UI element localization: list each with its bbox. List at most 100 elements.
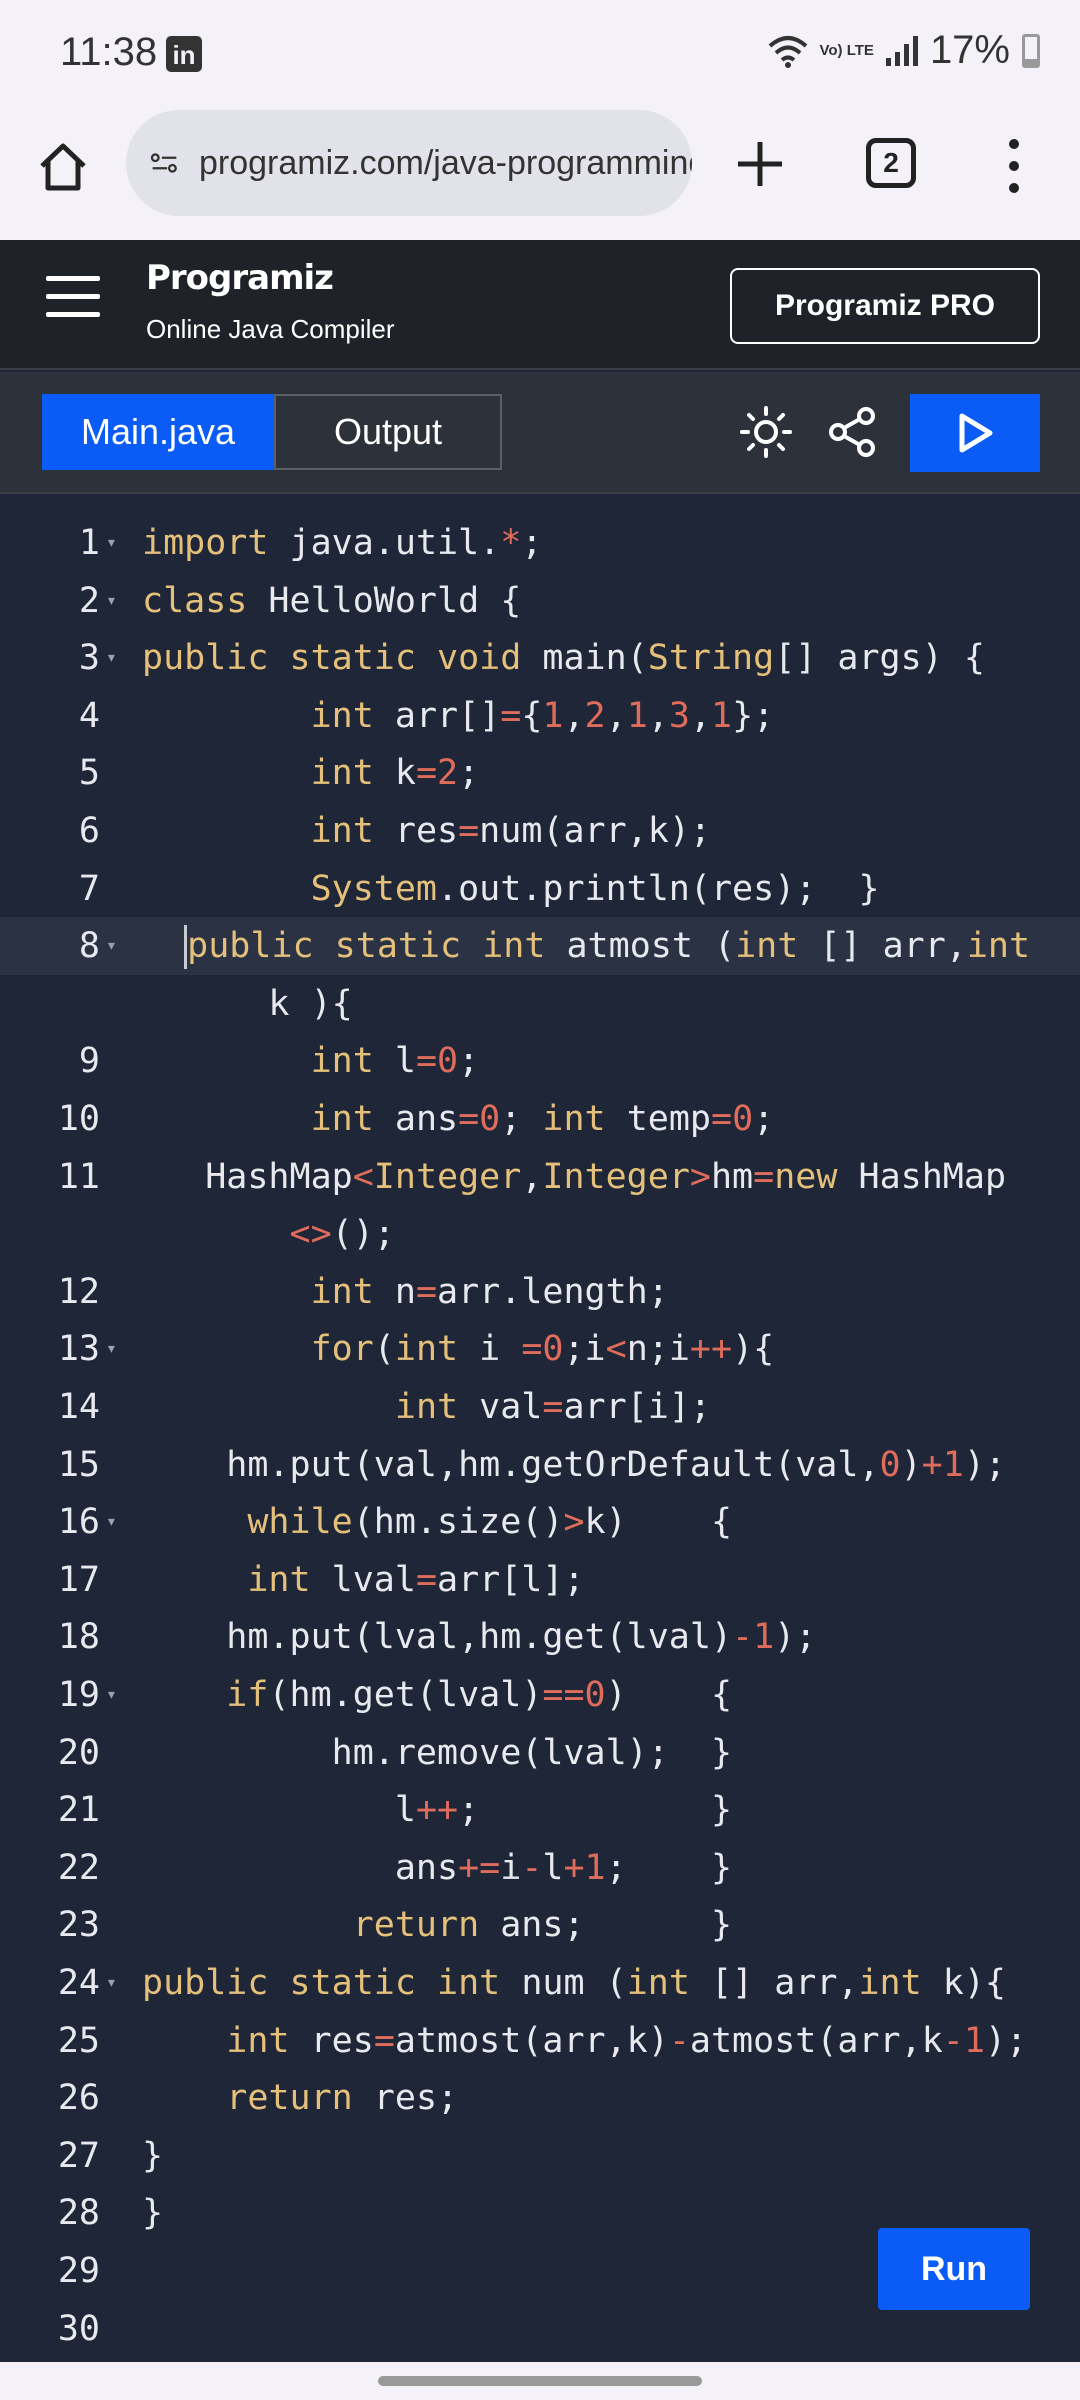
line-number: 11 xyxy=(57,1156,100,1197)
fold-chevron-icon[interactable]: ▾ xyxy=(106,1320,117,1378)
code-line[interactable]: 22 ans+=i-l+1; } xyxy=(0,1839,1080,1897)
tab-main-java[interactable]: Main.java xyxy=(42,394,274,470)
code-text: int lval=arr[l]; xyxy=(247,1559,585,1600)
code-line[interactable]: 4 int arr[]={1,2,1,3,1}; xyxy=(0,687,1080,745)
site-settings-icon[interactable] xyxy=(150,146,179,180)
new-tab-icon[interactable] xyxy=(732,136,788,192)
home-gesture-pill[interactable] xyxy=(378,2376,702,2386)
status-time: 11:38 xyxy=(60,30,158,74)
code-line[interactable]: 20 hm.remove(lval); } xyxy=(0,1724,1080,1782)
site-header: Programiz Online Java Compiler Programiz… xyxy=(0,240,1080,370)
fold-chevron-icon[interactable]: ▾ xyxy=(106,1954,117,2012)
code-text: hm.put(val,hm.getOrDefault(val,0)+1); xyxy=(142,1444,1006,1485)
code-text: int ans=0; int temp=0; xyxy=(310,1099,775,1139)
code-line[interactable]: 23 return ans; } xyxy=(0,1896,1080,1954)
status-bar: 11:38 in Vo) LTE 17% xyxy=(0,0,1080,110)
line-number: 21 xyxy=(57,1790,100,1831)
code-text: import java.util.*; xyxy=(142,523,543,563)
programiz-pro-button[interactable]: Programiz PRO xyxy=(730,268,1040,344)
code-text: } xyxy=(142,2135,164,2176)
code-line[interactable]: 25 int res=atmost(arr,k)-atmost(arr,k-1)… xyxy=(0,2012,1080,2070)
programiz-logo[interactable]: Programiz xyxy=(146,258,334,298)
code-text: if(hm.get(lval)==0) { xyxy=(226,1675,733,1715)
code-line[interactable]: 3 ▾ public static void main(String[] args)… xyxy=(0,629,1080,687)
code-text: int res=atmost(arr,k)-atmost(arr,k-1); xyxy=(226,2020,1028,2061)
code-line[interactable]: 14 int val=arr[i]; xyxy=(0,1378,1080,1436)
line-number: 28 xyxy=(57,2193,100,2234)
line-number: 15 xyxy=(57,1444,100,1485)
line-number: 22 xyxy=(57,1847,100,1888)
fold-chevron-icon[interactable]: ▾ xyxy=(106,629,117,687)
fold-chevron-icon[interactable]: ▾ xyxy=(106,917,117,975)
code-text: int l=0; xyxy=(310,1041,480,1082)
code-text: public static void main(String[] args) { xyxy=(142,638,985,679)
code-line[interactable]: 17 int lval=arr[l]; xyxy=(0,1551,1080,1609)
battery-percent: 17% xyxy=(929,28,1010,72)
line-number: 17 xyxy=(57,1559,100,1600)
code-line[interactable]: 12 int n=arr.length; xyxy=(0,1263,1080,1321)
volte-icon: Vo) LTE xyxy=(819,42,874,59)
line-number: 30 xyxy=(57,2308,100,2349)
tab-switcher-button[interactable]: 2 xyxy=(866,138,916,188)
line-number: 27 xyxy=(57,2135,100,2176)
line-number: 20 xyxy=(57,1732,100,1773)
code-line[interactable]: 11 HashMap<Integer,Integer>hm=new HashMa… xyxy=(0,1148,1080,1206)
line-number: 1 xyxy=(78,523,100,563)
run-button[interactable]: Run xyxy=(878,2228,1030,2310)
code-line[interactable]: 5 int k=2; xyxy=(0,744,1080,802)
share-icon[interactable] xyxy=(824,404,880,460)
line-number: 4 xyxy=(78,695,100,736)
code-text: } xyxy=(142,2193,164,2234)
more-options-icon[interactable] xyxy=(1004,136,1024,196)
line-number: 5 xyxy=(78,753,100,794)
line-number: 25 xyxy=(57,2020,100,2061)
theme-toggle-icon[interactable] xyxy=(738,404,794,460)
code-editor[interactable]: 1 ▾ import java.util.*; 2 ▾ class HelloWorld … xyxy=(0,494,1080,2362)
code-text: return ans; } xyxy=(352,1905,733,1946)
line-number: 13 xyxy=(57,1329,100,1370)
tab-output[interactable]: Output xyxy=(274,394,502,470)
code-line[interactable]: 9 int l=0; xyxy=(0,1032,1080,1090)
fold-chevron-icon[interactable]: ▾ xyxy=(106,514,117,572)
fold-chevron-icon[interactable]: ▾ xyxy=(106,1493,117,1551)
code-text: hm.put(lval,hm.get(lval)-1); xyxy=(142,1617,817,1658)
line-number: 24 xyxy=(57,1963,100,2003)
code-line[interactable]: 2 ▾ class HelloWorld { xyxy=(0,572,1080,630)
line-number: 2 xyxy=(78,580,100,621)
line-number: 18 xyxy=(57,1617,100,1658)
code-line[interactable]: 27} xyxy=(0,2127,1080,2185)
menu-icon[interactable] xyxy=(46,276,100,317)
code-line[interactable]: 6 int res=num(arr,k); xyxy=(0,802,1080,860)
code-text: int n=arr.length; xyxy=(310,1271,669,1312)
code-line[interactable]: 18 hm.put(lval,hm.get(lval)-1); xyxy=(0,1608,1080,1666)
battery-icon xyxy=(1022,33,1040,68)
status-icons: Vo) LTE 17% xyxy=(768,28,1040,73)
code-text: for(int i =0;i<n;i++){ xyxy=(310,1329,775,1370)
code-line[interactable]: 7 System.out.println(res); } xyxy=(0,860,1080,918)
fold-chevron-icon[interactable]: ▾ xyxy=(106,572,117,630)
address-bar[interactable]: programiz.com/java-programming/online-co… xyxy=(126,110,692,216)
code-line[interactable]: 19 ▾ if(hm.get(lval)==0) { xyxy=(0,1666,1080,1724)
code-line[interactable]: 24 ▾ public static int num (int [] arr,int… xyxy=(0,1954,1080,2012)
browser-toolbar: programiz.com/java-programming/online-co… xyxy=(0,110,1080,240)
run-toolbar-button[interactable] xyxy=(910,394,1040,472)
gesture-bar xyxy=(0,2362,1080,2400)
code-line[interactable]: 15 hm.put(val,hm.getOrDefault(val,0)+1); xyxy=(0,1436,1080,1494)
line-number: 12 xyxy=(57,1271,100,1312)
code-line[interactable]: 26 return res; xyxy=(0,2069,1080,2127)
code-line[interactable]: 13 ▾ for(int i =0;i<n;i++){ xyxy=(0,1320,1080,1378)
code-line[interactable]: k ){ xyxy=(0,975,1080,1033)
home-icon[interactable] xyxy=(36,140,90,194)
code-line[interactable]: 21 l++; } xyxy=(0,1781,1080,1839)
code-line[interactable]: 16 ▾ while(hm.size()>k) { xyxy=(0,1493,1080,1551)
editor-toolbar: Main.java Output xyxy=(0,372,1080,494)
code-line[interactable]: 10 int ans=0; int temp=0; xyxy=(0,1090,1080,1148)
fold-chevron-icon[interactable]: ▾ xyxy=(106,1666,117,1724)
code-text: public static int atmost (int [] arr,int xyxy=(142,917,1030,975)
play-icon xyxy=(959,413,993,453)
line-number: 16 xyxy=(57,1502,100,1543)
code-line[interactable]: <>(); xyxy=(0,1205,1080,1263)
code-line[interactable]: 1 ▾ import java.util.*; xyxy=(0,514,1080,572)
code-line[interactable]: 8 ▾ public static int atmost (int [] arr,… xyxy=(0,917,1080,976)
code-text: class HelloWorld { xyxy=(142,580,522,621)
